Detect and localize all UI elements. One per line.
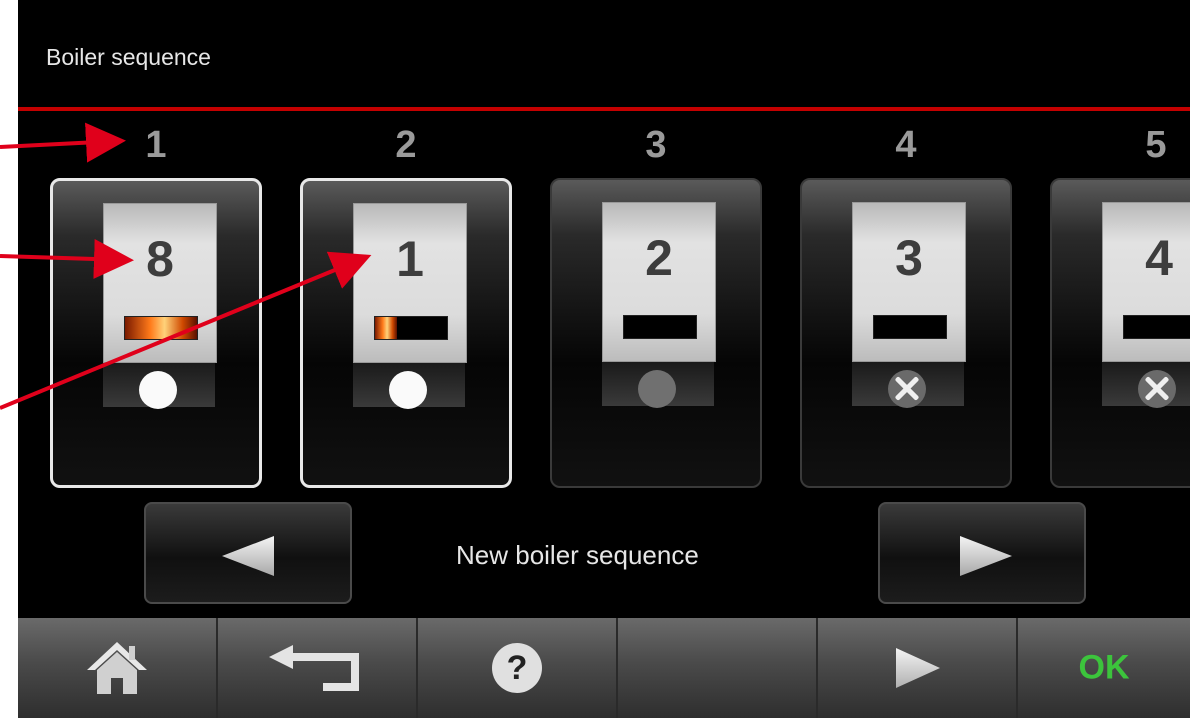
slot-position-1: 1 [145, 124, 167, 166]
boiler-number: 1 [396, 231, 424, 287]
boiler-panel: 8 [103, 203, 217, 363]
boiler-slot-3[interactable]: 2 [550, 178, 762, 488]
status-dot-icon [389, 371, 427, 409]
back-button[interactable] [218, 618, 418, 718]
left-triangle-icon [222, 536, 274, 576]
status-x-icon [1138, 370, 1176, 408]
help-icon: ? [492, 643, 542, 693]
boiler-slot-5[interactable]: 4 [1050, 178, 1190, 488]
boiler-number: 8 [146, 231, 174, 287]
boiler-slot-2[interactable]: 1 [300, 178, 512, 488]
empty-toolbar-slot [618, 618, 818, 718]
title-divider [18, 107, 1190, 111]
ok-label: OK [1078, 648, 1130, 687]
status-tab [353, 363, 465, 409]
new-boiler-sequence-label: New boiler sequence [456, 540, 699, 570]
flame-bar [374, 316, 448, 340]
home-icon [87, 642, 147, 694]
slot-position-4: 4 [895, 124, 917, 166]
status-tab [1102, 362, 1190, 408]
boiler-slot-1[interactable]: 8 [50, 178, 262, 488]
flame-bar [873, 315, 947, 339]
status-dot-icon [139, 371, 177, 409]
boiler-number: 3 [895, 230, 923, 286]
boiler-panel: 2 [602, 202, 716, 362]
slot-position-3: 3 [645, 124, 667, 166]
flame-bar [623, 315, 697, 339]
next-sequence-button[interactable] [878, 502, 1086, 604]
flame-bar [124, 316, 198, 340]
bottom-toolbar: ? OK [18, 618, 1190, 718]
status-tab [103, 363, 215, 409]
boiler-slot-4[interactable]: 3 [800, 178, 1012, 488]
slot-position-2: 2 [395, 124, 417, 166]
boiler-panel: 4 [1102, 202, 1190, 362]
display-screen: Boiler sequence 1 2 3 4 5 8 1 2 3 4 New … [18, 0, 1190, 718]
previous-sequence-button[interactable] [144, 502, 352, 604]
forward-arrow-icon [896, 648, 940, 688]
home-button[interactable] [18, 618, 218, 718]
status-dot-icon [638, 370, 676, 408]
status-tab [602, 362, 714, 408]
status-tab [852, 362, 964, 408]
page-title: Boiler sequence [46, 44, 211, 70]
help-button[interactable]: ? [418, 618, 618, 718]
boiler-panel: 1 [353, 203, 467, 363]
boiler-number: 4 [1145, 230, 1173, 286]
boiler-panel: 3 [852, 202, 966, 362]
status-x-icon [888, 370, 926, 408]
flame-level-fill [125, 317, 197, 339]
flame-level-fill [375, 317, 397, 339]
back-arrow-icon [269, 645, 359, 691]
boiler-number: 2 [645, 230, 673, 286]
forward-button[interactable] [818, 618, 1018, 718]
right-triangle-icon [960, 536, 1012, 576]
ok-button[interactable]: OK [1018, 618, 1190, 718]
flame-bar [1123, 315, 1190, 339]
svg-text:?: ? [507, 649, 528, 687]
slot-position-5: 5 [1145, 124, 1167, 166]
